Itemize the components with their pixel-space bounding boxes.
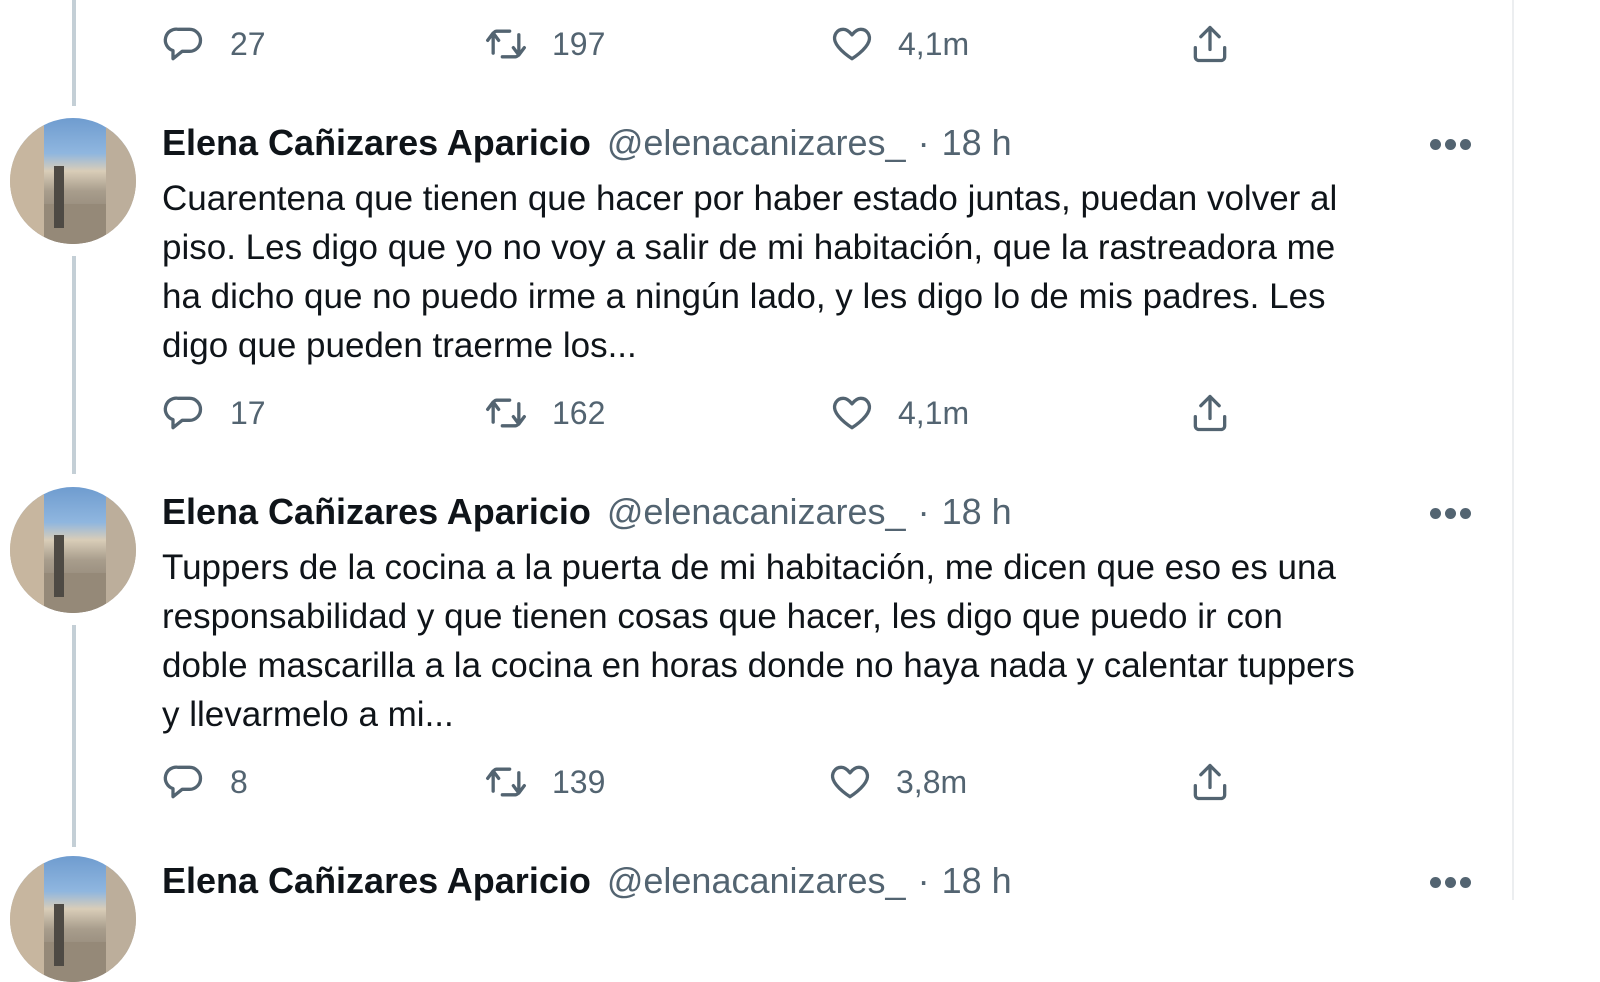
like-icon <box>832 27 872 61</box>
tweet-text: Cuarentena que tienen que hacer por habe… <box>162 174 1482 370</box>
share-icon <box>1193 763 1227 801</box>
tweet-header: Elena Cañizares Aparicio @elenacanizares… <box>162 860 1472 902</box>
avatar[interactable] <box>10 487 136 613</box>
tweet-actions: 27 197 4,1m <box>0 22 1600 72</box>
like-icon <box>830 765 870 799</box>
tweet-actions: 17 162 4,1m <box>0 391 1600 441</box>
tweet-actions: 8 139 3,8m <box>0 760 1600 810</box>
reply-button[interactable]: 17 <box>162 391 266 435</box>
more-icon[interactable] <box>1430 503 1474 523</box>
like-icon <box>832 396 872 430</box>
separator-dot: · <box>917 860 930 901</box>
tweet-text: Tuppers de la cocina a la puerta de mi h… <box>162 543 1482 739</box>
more-icon[interactable] <box>1430 134 1474 154</box>
reply-button[interactable]: 27 <box>162 22 266 66</box>
share-button[interactable] <box>1188 391 1232 435</box>
like-button[interactable]: 4,1m <box>830 391 969 435</box>
reply-count: 8 <box>230 763 248 800</box>
tweet-text-line: Cuarentena que tienen que hacer por habe… <box>162 179 1338 218</box>
share-button[interactable] <box>1188 760 1232 804</box>
like-count: 3,8m <box>896 763 968 800</box>
separator-dot: · <box>917 491 930 532</box>
tweet-header: Elena Cañizares Aparicio @elenacanizares… <box>162 122 1472 164</box>
tweet-text-line: digo que pueden traerme los... <box>162 326 637 365</box>
like-button[interactable]: 4,1m <box>830 22 969 66</box>
tweet-timestamp[interactable]: 18 h <box>942 491 1012 533</box>
tweet-header: Elena Cañizares Aparicio @elenacanizares… <box>162 491 1472 533</box>
retweet-button[interactable]: 162 <box>484 391 605 435</box>
like-count: 4,1m <box>898 25 970 62</box>
retweet-count: 197 <box>552 25 606 62</box>
tweet-text-line: y llevarmelo a mi... <box>162 695 454 734</box>
avatar[interactable] <box>10 118 136 244</box>
reply-icon <box>163 27 203 61</box>
tweet-text-line: doble mascarilla a la cocina en horas do… <box>162 646 1355 685</box>
tweet-text-line: ha dicho que no puedo irme a ningún lado… <box>162 277 1326 316</box>
retweet-icon <box>486 767 526 797</box>
retweet-button[interactable]: 197 <box>484 22 605 66</box>
reply-count: 27 <box>230 25 266 62</box>
author-handle[interactable]: @elenacanizares_ <box>607 491 906 533</box>
reply-icon <box>163 396 203 430</box>
author-handle[interactable]: @elenacanizares_ <box>607 122 906 164</box>
avatar[interactable] <box>10 856 136 982</box>
more-icon[interactable] <box>1430 872 1474 892</box>
separator-dot: · <box>917 122 930 163</box>
retweet-icon <box>486 29 526 59</box>
share-button[interactable] <box>1188 22 1232 66</box>
author-handle[interactable]: @elenacanizares_ <box>607 860 906 902</box>
reply-button[interactable]: 8 <box>162 760 248 804</box>
thread-line <box>72 256 76 474</box>
author-name[interactable]: Elena Cañizares Aparicio <box>162 491 591 533</box>
retweet-count: 162 <box>552 394 606 431</box>
tweet-text-line: piso. Les digo que yo no voy a salir de … <box>162 228 1336 267</box>
tweet-timestamp[interactable]: 18 h <box>942 860 1012 902</box>
tweet-text-line: Tuppers de la cocina a la puerta de mi h… <box>162 548 1336 587</box>
retweet-icon <box>486 398 526 428</box>
thread-line <box>72 625 76 847</box>
reply-icon <box>163 765 203 799</box>
like-count: 4,1m <box>898 394 970 431</box>
tweet-text-line: responsabilidad y que tienen cosas que h… <box>162 597 1283 636</box>
share-icon <box>1193 25 1227 63</box>
like-button[interactable]: 3,8m <box>828 760 967 804</box>
author-name[interactable]: Elena Cañizares Aparicio <box>162 122 591 164</box>
share-icon <box>1193 394 1227 432</box>
retweet-button[interactable]: 139 <box>484 760 605 804</box>
retweet-count: 139 <box>552 763 606 800</box>
reply-count: 17 <box>230 394 266 431</box>
author-name[interactable]: Elena Cañizares Aparicio <box>162 860 591 902</box>
tweet-timestamp[interactable]: 18 h <box>942 122 1012 164</box>
